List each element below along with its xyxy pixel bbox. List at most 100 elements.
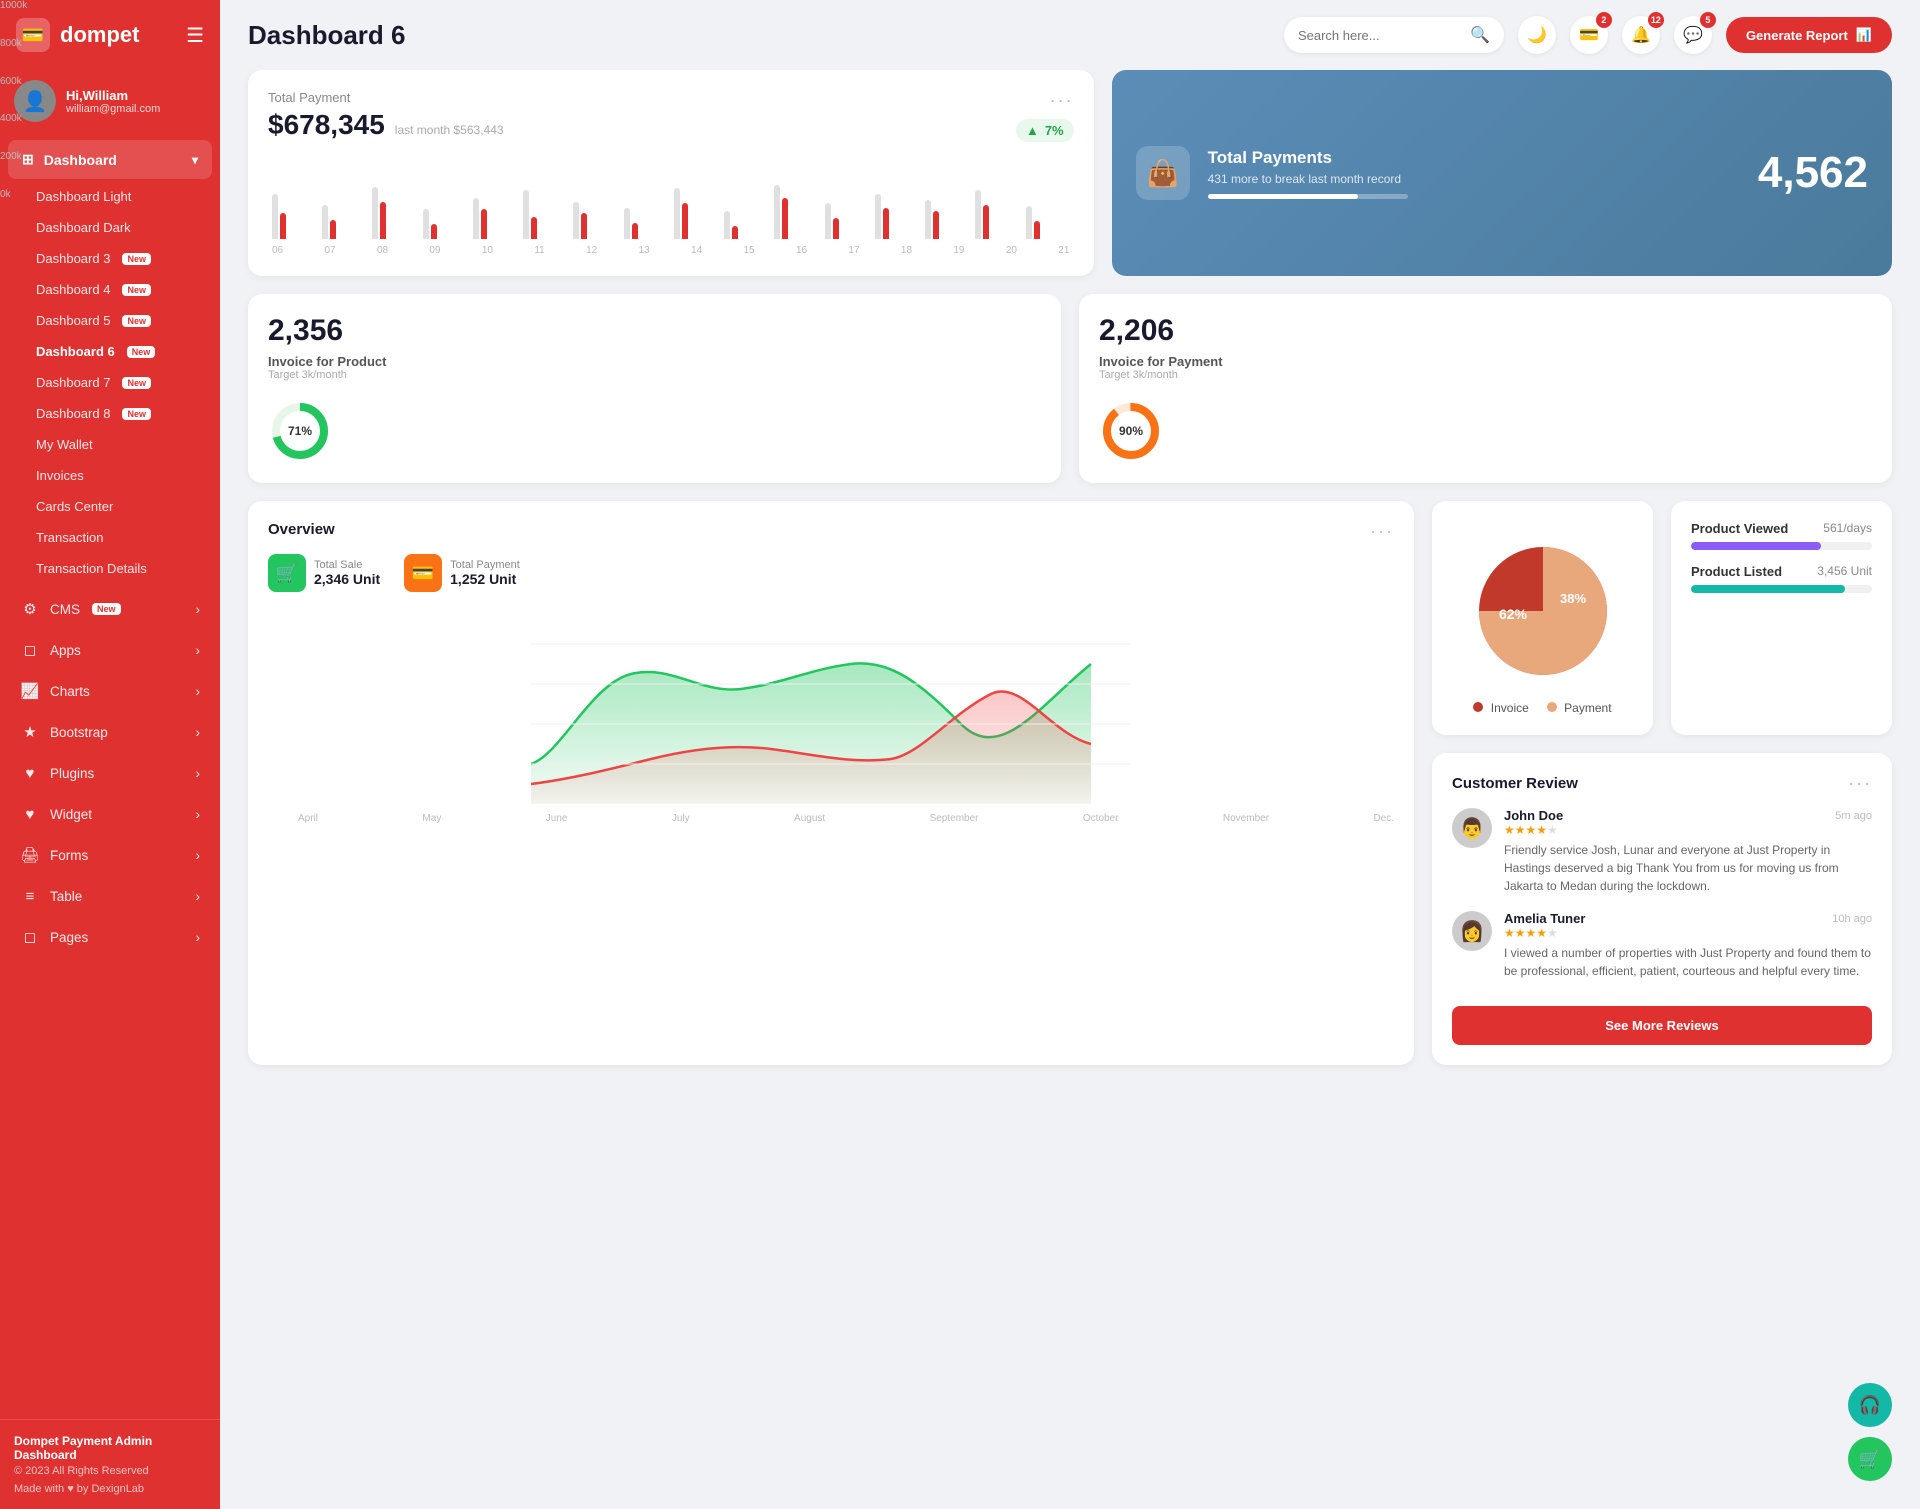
legend-total-payment: 💳 Total Payment 1,252 Unit: [404, 554, 520, 592]
footer-made: Made with ♥ by DexignLab: [14, 1483, 206, 1495]
chevron-down-icon: ▾: [192, 153, 198, 167]
donut-payment: 90%: [1099, 399, 1163, 463]
overview-title: Overview: [268, 521, 335, 538]
sidebar-item-widget[interactable]: ♥Widget ›: [6, 794, 214, 834]
sidebar-item-dashboard-4[interactable]: Dashboard 4New: [0, 274, 220, 305]
red-bar: [933, 211, 939, 240]
overview-more-button[interactable]: ···: [1370, 521, 1394, 542]
donut-payment-label: 90%: [1119, 424, 1143, 438]
user-info: Hi,William william@gmail.com: [66, 88, 160, 115]
search-icon: 🔍: [1470, 25, 1490, 45]
sidebar-item-dashboard-5[interactable]: Dashboard 5New: [0, 305, 220, 336]
sidebar-item-dashboard-8[interactable]: Dashboard 8New: [0, 398, 220, 429]
moon-icon: 🌙: [1527, 25, 1547, 45]
sidebar-item-pages[interactable]: ◻Pages ›: [6, 917, 214, 957]
sidebar-item-invoices[interactable]: Invoices: [0, 460, 220, 491]
cms-icon: ⚙: [20, 599, 40, 619]
footer-copyright: © 2023 All Rights Reserved: [14, 1465, 206, 1477]
blue-card-title: Total Payments: [1208, 148, 1740, 168]
sidebar-item-dashboard-7[interactable]: Dashboard 7New: [0, 367, 220, 398]
sidebar-item-bootstrap[interactable]: ★Bootstrap ›: [6, 712, 214, 752]
sidebar-item-transaction[interactable]: Transaction: [0, 522, 220, 553]
total-payment-label: Total Payment: [268, 90, 504, 105]
sidebar-item-apps[interactable]: ◻Apps ›: [6, 630, 214, 670]
red-bar: [1034, 221, 1040, 239]
gray-bar: [573, 202, 579, 240]
sidebar-item-my-wallet[interactable]: My Wallet: [0, 429, 220, 460]
gray-bar: [774, 185, 780, 239]
search-input[interactable]: [1298, 28, 1462, 43]
right-column: 62% 38% Invoice Payment: [1432, 501, 1892, 1065]
sidebar-item-dashboard-6[interactable]: Dashboard 6New: [0, 336, 220, 367]
sidebar-item-forms[interactable]: 🖨Forms ›: [6, 835, 214, 875]
sidebar-item-dashboard-dark[interactable]: Dashboard Dark: [0, 212, 220, 243]
bar-chart: [268, 159, 1074, 239]
sidebar-item-charts[interactable]: 📈Charts ›: [6, 671, 214, 711]
gray-bar: [825, 203, 831, 239]
blue-card-sub: 431 more to break last month record: [1208, 172, 1740, 186]
payment-dot: [1547, 702, 1557, 712]
payment-slice: [1543, 547, 1607, 675]
see-more-label: See More Reviews: [1605, 1018, 1718, 1033]
bar-group: [1026, 206, 1070, 239]
row-3: Overview ··· 🛒 Total Sale 2,346 Unit 💳: [248, 501, 1892, 1065]
wallet-button[interactable]: 💳 2: [1570, 16, 1608, 54]
sidebar-item-table[interactable]: ≡Table ›: [6, 876, 214, 916]
cart-float-button[interactable]: 🛒: [1848, 1437, 1892, 1481]
review-stars-2: ★★★★★: [1504, 926, 1872, 940]
support-float-button[interactable]: 🎧: [1848, 1383, 1892, 1427]
theme-toggle-button[interactable]: 🌙: [1518, 16, 1556, 54]
payment-pct-label: 38%: [1559, 591, 1585, 606]
invoice-payment-card: 2,206 Invoice for Payment Target 3k/mont…: [1079, 294, 1892, 483]
messages-button[interactable]: 💬 5: [1674, 16, 1712, 54]
hamburger-button[interactable]: ☰: [186, 23, 204, 48]
sidebar-item-transaction-details[interactable]: Transaction Details: [0, 553, 220, 584]
search-box[interactable]: 🔍: [1284, 17, 1504, 53]
trend-badge: ▲ 7%: [1016, 119, 1074, 142]
review-text-2: I viewed a number of properties with Jus…: [1504, 944, 1872, 980]
generate-report-button[interactable]: Generate Report 📊: [1726, 17, 1892, 53]
more-options-button[interactable]: ···: [1050, 90, 1074, 111]
legend-total-sale: 🛒 Total Sale 2,346 Unit: [268, 554, 380, 592]
review-content-2: Amelia Tuner 10h ago ★★★★★ I viewed a nu…: [1504, 911, 1872, 980]
bootstrap-icon: ★: [20, 722, 40, 742]
product-listed-label: Product Listed: [1691, 564, 1782, 579]
invoice-pct-label: 62%: [1498, 606, 1527, 622]
footer-made-text: Made with ♥ by DexignLab: [14, 1483, 144, 1495]
invoice-legend: Invoice: [1473, 701, 1528, 715]
widget-icon: ♥: [20, 804, 40, 824]
review-item-1: 👨 John Doe 5m ago ★★★★★ Friendly service…: [1452, 808, 1872, 895]
review-title: Customer Review: [1452, 775, 1578, 792]
sidebar-item-cards-center[interactable]: Cards Center: [0, 491, 220, 522]
generate-report-label: Generate Report: [1746, 28, 1848, 43]
main-content: Dashboard 6 🔍 🌙 💳 2 🔔 12 💬 5 Gen: [220, 0, 1920, 1509]
last-month-value: $563,443: [454, 123, 504, 137]
dashboard-menu-item[interactable]: ⊞ Dashboard ▾: [8, 140, 212, 179]
red-bar: [732, 226, 738, 240]
new-badge: New: [122, 315, 151, 327]
dashboard-submenu: Dashboard Light Dashboard Dark Dashboard…: [0, 181, 220, 584]
bar-group: [674, 188, 718, 239]
overview-legend: 🛒 Total Sale 2,346 Unit 💳 Total Payment …: [268, 554, 1394, 592]
bar-chart-icon: 📊: [1856, 27, 1872, 43]
sidebar-item-dashboard-3[interactable]: Dashboard 3New: [0, 243, 220, 274]
notifications-button[interactable]: 🔔 12: [1622, 16, 1660, 54]
pie-chart-card: 62% 38% Invoice Payment: [1432, 501, 1653, 735]
bar-group: [724, 211, 768, 240]
bar-group: [322, 205, 366, 239]
blue-card-info: Total Payments 431 more to break last mo…: [1208, 148, 1740, 199]
invoice-payment-value: 2,206: [1099, 314, 1872, 348]
charts-icon: 📈: [20, 681, 40, 701]
total-sale-icon: 🛒: [268, 554, 306, 592]
sidebar-item-cms[interactable]: ⚙CMSNew ›: [6, 589, 214, 629]
red-bar: [782, 198, 788, 239]
review-more-button[interactable]: ···: [1848, 773, 1872, 794]
blue-card-value: 4,562: [1758, 148, 1868, 198]
gray-bar: [322, 205, 328, 239]
pie-chart-svg: 62% 38%: [1463, 531, 1623, 691]
cart-icon: 🛒: [1859, 1449, 1881, 1470]
red-bar: [581, 213, 587, 239]
donut-product: 71%: [268, 399, 332, 463]
sidebar-item-plugins[interactable]: ♥Plugins ›: [6, 753, 214, 793]
see-more-reviews-button[interactable]: See More Reviews: [1452, 1006, 1872, 1045]
